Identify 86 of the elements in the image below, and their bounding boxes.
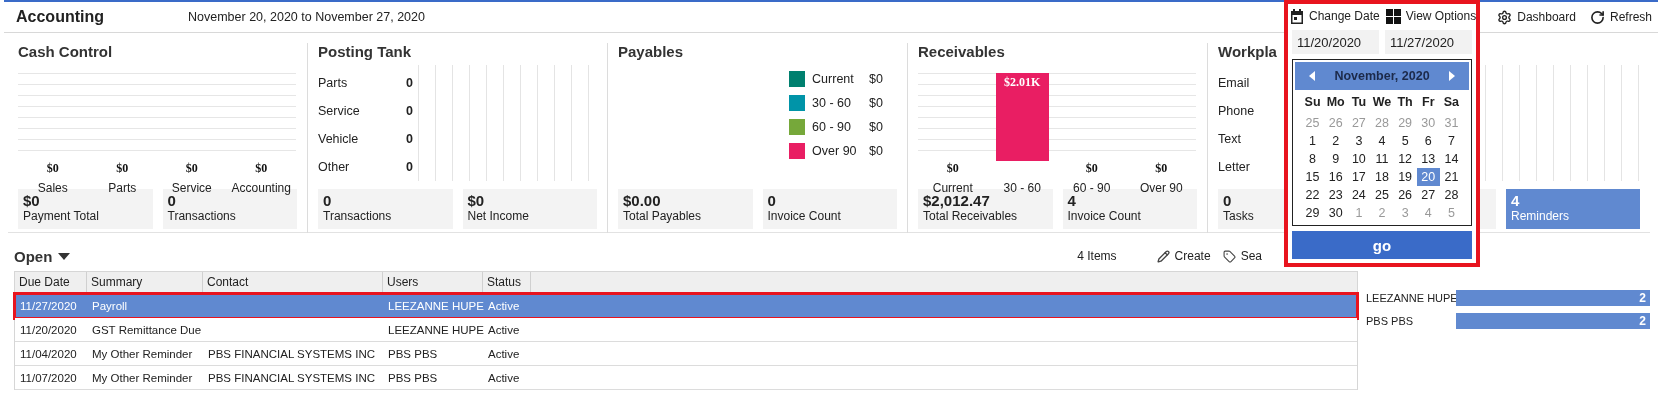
weekday-label: Fr xyxy=(1421,94,1436,111)
table-cell-text: 11/20/2020 xyxy=(19,323,77,336)
table-cell-text: PBS PBS xyxy=(387,347,438,360)
row-label: Phone xyxy=(1218,104,1255,118)
row-value: 0 xyxy=(406,132,413,146)
bar-value: $2.01K xyxy=(1004,75,1041,90)
table-cell-text: PBS FINANCIAL SYSTEMS INC xyxy=(207,371,375,384)
stat-value: $2,012.47 xyxy=(923,192,990,209)
table-cell-text: LEEZANNE HUPE xyxy=(387,323,484,336)
stat-value: $0 xyxy=(467,192,485,209)
legend-value: $0 xyxy=(869,96,883,110)
row-label: Service xyxy=(318,104,361,118)
stat-label: Total Receivables xyxy=(923,209,1018,223)
stat-label: Invoice Count xyxy=(1067,209,1141,223)
panel-title: Receivables xyxy=(918,43,1006,62)
bar-value: $0 xyxy=(255,161,268,176)
stat-label: Transactions xyxy=(167,209,236,223)
stat-value: 0 xyxy=(1223,192,1232,209)
table-cell-text: 11/04/2020 xyxy=(19,347,77,360)
stat-value: 4 xyxy=(1067,192,1076,209)
table-cell-text: Active xyxy=(487,299,520,312)
row-value: 0 xyxy=(406,104,413,118)
stat-label: Invoice Count xyxy=(767,209,841,223)
table-cell-text: My Other Reminder xyxy=(91,347,193,360)
legend-value: $0 xyxy=(869,120,883,134)
table-cell-text: Payroll xyxy=(91,299,128,312)
weekday-label: Th xyxy=(1396,94,1414,111)
axis-label: PBS PBS xyxy=(1366,314,1415,327)
table-cell-text: Active xyxy=(487,347,520,360)
page-title: Accounting xyxy=(16,8,105,26)
chart-bar: 2 xyxy=(1456,312,1650,329)
table-cell-text: PBS FINANCIAL SYSTEMS INC xyxy=(207,347,375,360)
stat-label: Tasks xyxy=(1223,209,1254,223)
stat-label: Payment Total xyxy=(23,209,99,223)
month-title: November, 2020 xyxy=(1334,69,1430,83)
axis-label: LEEZANNE HUPE xyxy=(1366,291,1456,304)
item-count: 4 Items xyxy=(1077,249,1117,263)
panel-title: Workpla xyxy=(1218,43,1278,62)
table-cell-text: My Other Reminder xyxy=(91,371,193,384)
row-label: Text xyxy=(1218,132,1241,146)
bar-value: $0 xyxy=(185,161,198,176)
legend-value: $0 xyxy=(869,72,883,86)
row-value: 0 xyxy=(406,76,413,90)
table-cell-text: Active xyxy=(487,323,520,336)
panel-title: Posting Tank xyxy=(318,43,413,62)
chart-bar: 2 xyxy=(1456,289,1650,306)
bar-value: $0 xyxy=(46,161,59,176)
stat-value: 4 xyxy=(1511,192,1520,209)
stat-value: 0 xyxy=(323,192,332,209)
row-label: Letter xyxy=(1218,160,1250,174)
legend-label: 30 - 60 xyxy=(812,96,852,110)
date-range: November 20, 2020 to November 27, 2020 xyxy=(188,10,425,24)
row-label: Other xyxy=(318,160,351,174)
weekday-label: Tu xyxy=(1350,94,1367,111)
stat-value: $0 xyxy=(23,192,40,209)
stat-value: 0 xyxy=(767,192,776,209)
stat-label: Net Income xyxy=(467,209,529,223)
weekday-label: Su xyxy=(1303,94,1322,111)
row-label: Parts xyxy=(318,76,349,90)
weekday-label: We xyxy=(1371,94,1393,111)
stat-value: 0 xyxy=(167,192,176,209)
panel-title: Payables xyxy=(618,43,685,62)
legend-label: Current xyxy=(812,72,855,86)
bar-value: $0 xyxy=(1155,161,1168,176)
stat-label: Transactions xyxy=(323,209,392,223)
row-value: 0 xyxy=(406,160,413,174)
table-cell-text: PBS PBS xyxy=(387,371,438,384)
row-label: Email xyxy=(1218,76,1250,90)
table-cell-text: 11/27/2020 xyxy=(19,299,77,312)
legend-label: Over 90 xyxy=(812,144,858,158)
row-label: Vehicle xyxy=(318,132,360,146)
table-cell-text: 11/07/2020 xyxy=(19,371,77,384)
stat-label: Reminders xyxy=(1511,209,1570,223)
bar-value: $0 xyxy=(946,161,959,176)
bar-value: $0 xyxy=(116,161,129,176)
panel-title: Cash Control xyxy=(18,43,114,62)
stat-label: Total Payables xyxy=(623,209,702,223)
weekday-label: Mo xyxy=(1325,94,1346,111)
bar-value: $0 xyxy=(1085,161,1098,176)
table-cell-text: GST Remittance Due xyxy=(91,323,202,336)
table-cell-text: LEEZANNE HUPE xyxy=(387,299,484,312)
legend-label: 60 - 90 xyxy=(812,120,852,134)
table-cell-text: Active xyxy=(487,371,520,384)
stat-value: $0.00 xyxy=(623,192,661,209)
weekday-label: Sa xyxy=(1442,94,1461,111)
legend-value: $0 xyxy=(869,144,883,158)
